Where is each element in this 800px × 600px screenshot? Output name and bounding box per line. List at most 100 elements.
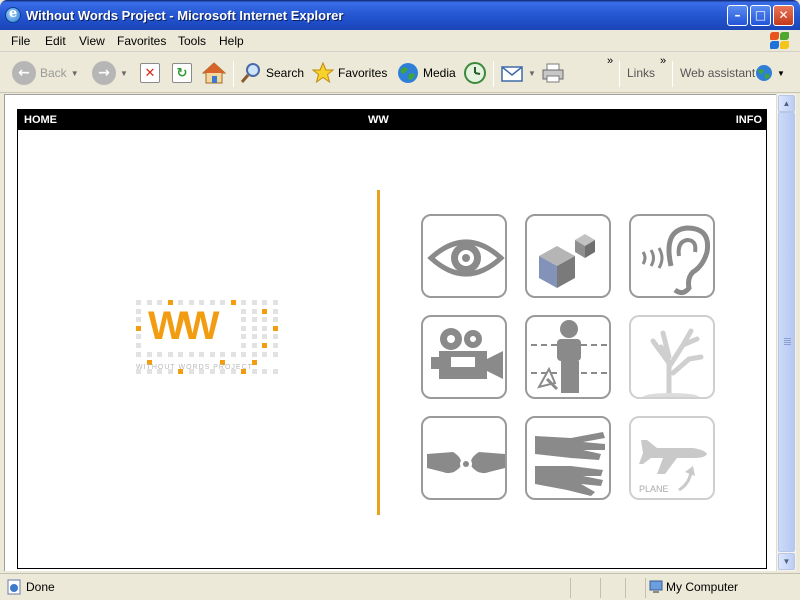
refresh-icon: ↻ bbox=[172, 63, 192, 83]
logo-dot bbox=[241, 343, 246, 348]
status-text: Done bbox=[26, 580, 55, 594]
logo-dot bbox=[251, 343, 257, 348]
forward-arrow-icon: → bbox=[92, 61, 116, 85]
logo-dot bbox=[188, 351, 194, 357]
logo-dot bbox=[136, 334, 141, 340]
page-done-icon bbox=[7, 579, 21, 595]
logo-dot bbox=[262, 368, 267, 374]
toolbar: ← Back ▼ → ▼ ✕ ↻ Search Favorites Media … bbox=[0, 53, 800, 93]
forward-dropdown-icon[interactable]: ▼ bbox=[120, 69, 128, 78]
history-button[interactable] bbox=[463, 59, 487, 87]
orange-divider bbox=[377, 190, 380, 515]
menu-file[interactable]: File bbox=[11, 34, 30, 48]
mail-dropdown-icon[interactable]: ▼ bbox=[528, 69, 536, 78]
hands-icon bbox=[427, 452, 505, 474]
logo-dot bbox=[251, 317, 257, 323]
ear-tile[interactable] bbox=[629, 214, 715, 298]
tree-icon bbox=[643, 328, 704, 397]
menu-help[interactable]: Help bbox=[219, 34, 244, 48]
menu-bar: File Edit View Favorites Tools Help bbox=[0, 30, 800, 52]
logo-dot bbox=[167, 351, 173, 357]
favorites-button[interactable]: Favorites bbox=[311, 59, 387, 87]
logo-dot bbox=[136, 300, 141, 305]
logo-dot bbox=[241, 308, 246, 314]
minimize-button[interactable]: – bbox=[727, 5, 748, 26]
tree-tile[interactable] bbox=[629, 315, 715, 399]
vertical-scrollbar[interactable]: ▲ ▼ bbox=[776, 94, 796, 571]
scroll-down-button[interactable]: ▼ bbox=[778, 553, 795, 570]
logo-dot bbox=[251, 334, 257, 340]
site-navbar: HOME WW INFO bbox=[18, 110, 766, 130]
logo-dot bbox=[272, 343, 278, 348]
logo-dot bbox=[157, 351, 162, 357]
toolbar-chevron-1[interactable]: » bbox=[607, 55, 613, 67]
close-button[interactable]: ✕ bbox=[773, 5, 794, 26]
back-button[interactable]: ← Back ▼ bbox=[12, 59, 79, 87]
zone-text: My Computer bbox=[666, 580, 739, 594]
media-globe-icon bbox=[398, 63, 418, 83]
cubes-icon bbox=[539, 234, 595, 288]
plane-tile[interactable]: PLANE bbox=[629, 416, 715, 500]
logo-caption: WITHOUT WORDS PROJECT bbox=[136, 364, 253, 371]
logo-dot bbox=[241, 317, 246, 323]
menu-tools[interactable]: Tools bbox=[178, 34, 206, 48]
logo-dot bbox=[262, 343, 267, 348]
links-button[interactable]: Links bbox=[627, 59, 655, 87]
menu-view[interactable]: View bbox=[79, 34, 105, 48]
ww-logo[interactable]: WW WITHOUT WORDS PROJECT bbox=[136, 300, 284, 380]
logo-dot bbox=[220, 351, 225, 357]
media-button[interactable]: Media bbox=[396, 59, 456, 87]
scroll-up-button[interactable]: ▲ bbox=[778, 95, 795, 112]
web-assistant-globe[interactable]: ▼ bbox=[755, 59, 785, 87]
print-button[interactable] bbox=[541, 59, 565, 87]
scroll-thumb[interactable] bbox=[778, 112, 795, 552]
logo-dot bbox=[136, 317, 141, 323]
logo-dot bbox=[262, 308, 267, 314]
logo-dot bbox=[241, 351, 246, 357]
person-tile[interactable] bbox=[525, 315, 611, 399]
logo-dot bbox=[262, 317, 267, 323]
hands-tile[interactable] bbox=[421, 416, 507, 500]
mail-button[interactable]: ▼ bbox=[500, 59, 536, 87]
logo-dot bbox=[272, 308, 278, 314]
menu-edit[interactable]: Edit bbox=[45, 34, 66, 48]
title-bar: Without Words Project - Microsoft Intern… bbox=[0, 0, 800, 30]
logo-dot bbox=[262, 334, 267, 340]
plane-label: PLANE bbox=[639, 484, 669, 494]
stop-button[interactable]: ✕ bbox=[140, 59, 160, 87]
eye-tile[interactable] bbox=[421, 214, 507, 298]
logo-dot bbox=[199, 351, 204, 357]
logo-dot bbox=[262, 351, 267, 357]
back-dropdown-icon[interactable]: ▼ bbox=[71, 69, 79, 78]
logo-dot bbox=[136, 325, 141, 331]
logo-dot bbox=[136, 351, 141, 357]
web-assistant-dropdown-icon[interactable]: ▼ bbox=[777, 69, 785, 78]
gloves-tile[interactable] bbox=[525, 416, 611, 500]
person-cursor-icon bbox=[531, 320, 609, 393]
search-button[interactable]: Search bbox=[239, 59, 304, 87]
logo-dot bbox=[251, 325, 257, 331]
home-button[interactable] bbox=[202, 59, 226, 87]
logo-dot bbox=[241, 300, 246, 305]
toolbar-chevron-2[interactable]: » bbox=[660, 55, 666, 67]
logo-dot bbox=[251, 300, 257, 305]
nav-ww-link[interactable]: WW bbox=[368, 114, 389, 126]
globe-icon bbox=[756, 65, 772, 81]
menu-favorites[interactable]: Favorites bbox=[117, 34, 166, 48]
eye-icon bbox=[427, 239, 505, 277]
refresh-button[interactable]: ↻ bbox=[172, 59, 192, 87]
maximize-button[interactable]: □ bbox=[750, 5, 771, 26]
forward-button[interactable]: → ▼ bbox=[92, 59, 128, 87]
nav-info-link[interactable]: INFO bbox=[736, 114, 762, 126]
logo-dot bbox=[262, 300, 267, 305]
nav-home-link[interactable]: HOME bbox=[24, 114, 57, 126]
logo-dot bbox=[272, 368, 278, 374]
logo-dot bbox=[230, 351, 236, 357]
logo-dot bbox=[136, 343, 141, 348]
cubes-tile[interactable] bbox=[525, 214, 611, 298]
search-icon bbox=[240, 63, 260, 83]
web-assistant-button[interactable]: Web assistant bbox=[680, 59, 755, 87]
window-title: Without Words Project - Microsoft Intern… bbox=[26, 8, 344, 23]
page-frame: HOME WW INFO WW WITHOUT WORDS PROJECT PL… bbox=[17, 109, 767, 569]
camera-tile[interactable] bbox=[421, 315, 507, 399]
